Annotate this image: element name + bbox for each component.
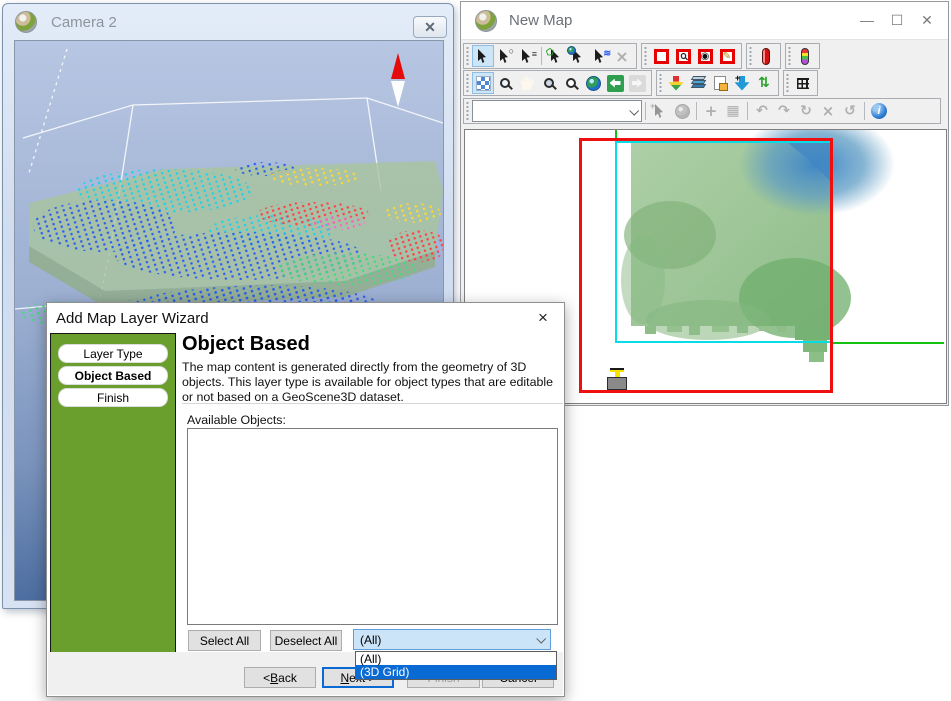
toolbar-drag-handle[interactable] xyxy=(643,47,648,65)
available-objects-listbox[interactable] xyxy=(187,428,558,625)
step-object-based[interactable]: Object Based xyxy=(58,366,168,385)
close-icon[interactable]: × xyxy=(534,309,552,327)
info-icon[interactable]: i xyxy=(868,100,890,122)
previous-view-icon[interactable] xyxy=(604,72,626,94)
toolbar-drag-handle[interactable] xyxy=(658,74,663,92)
toolbar-drag-handle[interactable] xyxy=(748,47,753,65)
pan-hand-icon[interactable] xyxy=(516,72,538,94)
borehole-tool-group xyxy=(746,43,781,69)
reset-view-icon[interactable]: ↺ xyxy=(839,100,861,122)
chevron-down-icon xyxy=(536,634,546,644)
add-map-layer-wizard-dialog: Add Map Layer Wizard × Layer Type Object… xyxy=(46,302,565,697)
toolbar-drag-handle[interactable] xyxy=(785,74,790,92)
step-finish[interactable]: Finish xyxy=(58,388,168,407)
map-window-title: New Map xyxy=(509,12,572,29)
step-layer-type[interactable]: Layer Type xyxy=(58,344,168,363)
extent-frame-icon[interactable] xyxy=(650,45,672,67)
layer-tools-group: + ⇅ xyxy=(656,70,779,96)
caption-buttons: — ☐ ✕ xyxy=(852,8,942,32)
toolbar-drag-handle[interactable] xyxy=(465,47,470,65)
dropdown-option-all[interactable]: (All) xyxy=(356,652,556,665)
edit-extent-frame-icon[interactable]: ✎ xyxy=(716,45,738,67)
attribute-table-icon[interactable]: ▦ xyxy=(722,100,744,122)
toolbar-drag-handle[interactable] xyxy=(465,102,470,120)
zoom-full-extent-globe-icon[interactable] xyxy=(582,72,604,94)
north-compass-icon xyxy=(391,53,405,107)
grid-tool-group xyxy=(783,70,818,96)
refresh-layers-icon[interactable]: ⇅ xyxy=(753,72,775,94)
next-view-icon[interactable] xyxy=(626,72,648,94)
available-objects-label: Available Objects: xyxy=(187,413,286,427)
add-layer-icon[interactable]: + xyxy=(731,72,753,94)
borehole-well-icon[interactable] xyxy=(605,367,629,391)
maximize-button[interactable]: ☐ xyxy=(882,8,912,32)
colored-log-column-icon[interactable] xyxy=(794,45,816,67)
green-profile-line-horizontal xyxy=(832,342,944,344)
circle-select-cursor-icon[interactable]: ○ xyxy=(494,45,516,67)
toolbar-row-1: ○ ≡ ⬠ ≋ × ◉ ✎ xyxy=(463,43,946,69)
rotate-view-icon[interactable]: ↻ xyxy=(795,100,817,122)
geoscene3d-logo-icon xyxy=(475,10,497,32)
grid-icon[interactable] xyxy=(792,72,814,94)
toolbar-drag-handle[interactable] xyxy=(787,47,792,65)
zoom-area-icon[interactable] xyxy=(494,72,516,94)
wizard-title: Add Map Layer Wizard xyxy=(56,310,209,327)
close-button[interactable]: ✕ xyxy=(912,8,942,32)
polygon-select-cursor-icon[interactable]: ⬠ xyxy=(545,45,567,67)
back-button[interactable]: < Back xyxy=(244,667,316,688)
chevron-down-icon xyxy=(629,105,639,115)
camera-window-title: Camera 2 xyxy=(51,14,117,31)
globe-select-cursor-icon[interactable] xyxy=(567,45,589,67)
zoom-extent-frame-icon[interactable] xyxy=(672,45,694,67)
feature-select-combobox[interactable] xyxy=(472,100,642,122)
navigation-tools-group xyxy=(463,70,652,96)
borehole-column-icon[interactable] xyxy=(755,45,777,67)
camera-close-button[interactable]: ✕ xyxy=(413,16,447,38)
delete-x-icon[interactable]: × xyxy=(817,100,839,122)
redo-icon[interactable]: ↷ xyxy=(773,100,795,122)
extent-tools-group: ◉ ✎ xyxy=(641,43,742,69)
edit-tools-group: + + ▦ ↶ ↷ ↻ × ↺ i xyxy=(463,98,941,124)
close-icon: ✕ xyxy=(424,19,436,36)
object-filter-dropdown: (All) (3D Grid) xyxy=(355,651,557,680)
camera-titlebar[interactable]: Camera 2 xyxy=(3,4,453,40)
screen: Camera 2 ✕ xyxy=(0,0,951,701)
layer-properties-icon[interactable] xyxy=(709,72,731,94)
wizard-steps-sidebar: Layer Type Object Based Finish xyxy=(50,333,176,654)
toolbar-row-2: + ⇅ xyxy=(463,70,946,96)
toolbar-drag-handle[interactable] xyxy=(465,74,470,92)
page-title: Object Based xyxy=(182,333,310,356)
zoom-window-icon[interactable] xyxy=(538,72,560,94)
divider xyxy=(182,403,563,404)
select-all-button[interactable]: Select All xyxy=(188,630,261,651)
dropdown-option-3d-grid[interactable]: (3D Grid) xyxy=(356,665,556,679)
minimize-button[interactable]: — xyxy=(852,8,882,32)
toolbar-row-3: + + ▦ ↶ ↷ ↻ × ↺ i xyxy=(463,98,946,124)
edit-globe-icon[interactable] xyxy=(671,100,693,122)
add-point-cursor-icon[interactable]: + xyxy=(649,100,671,122)
add-plus-icon[interactable]: + xyxy=(700,100,722,122)
flash-select-cursor-icon[interactable]: ≋ xyxy=(589,45,611,67)
undo-icon[interactable]: ↶ xyxy=(751,100,773,122)
select-tools-group: ○ ≡ ⬠ ≋ × xyxy=(463,43,637,69)
object-filter-combobox[interactable]: (All) xyxy=(353,629,551,650)
object-filter-value: (All) xyxy=(360,633,381,647)
zoom-icon[interactable] xyxy=(560,72,582,94)
log-tool-group xyxy=(785,43,820,69)
delete-selection-icon[interactable]: × xyxy=(611,45,633,67)
pan-extent-frame-icon[interactable]: ◉ xyxy=(694,45,716,67)
map-background-icon[interactable] xyxy=(472,72,494,94)
layers-icon[interactable] xyxy=(687,72,709,94)
page-description: The map content is generated directly fr… xyxy=(182,360,562,405)
import-layer-icon[interactable] xyxy=(665,72,687,94)
red-extent-frame[interactable] xyxy=(579,138,833,393)
select-cursor-icon[interactable] xyxy=(472,45,494,67)
deselect-all-button[interactable]: Deselect All xyxy=(270,630,342,651)
list-select-cursor-icon[interactable]: ≡ xyxy=(516,45,538,67)
geoscene3d-logo-icon xyxy=(15,11,37,33)
